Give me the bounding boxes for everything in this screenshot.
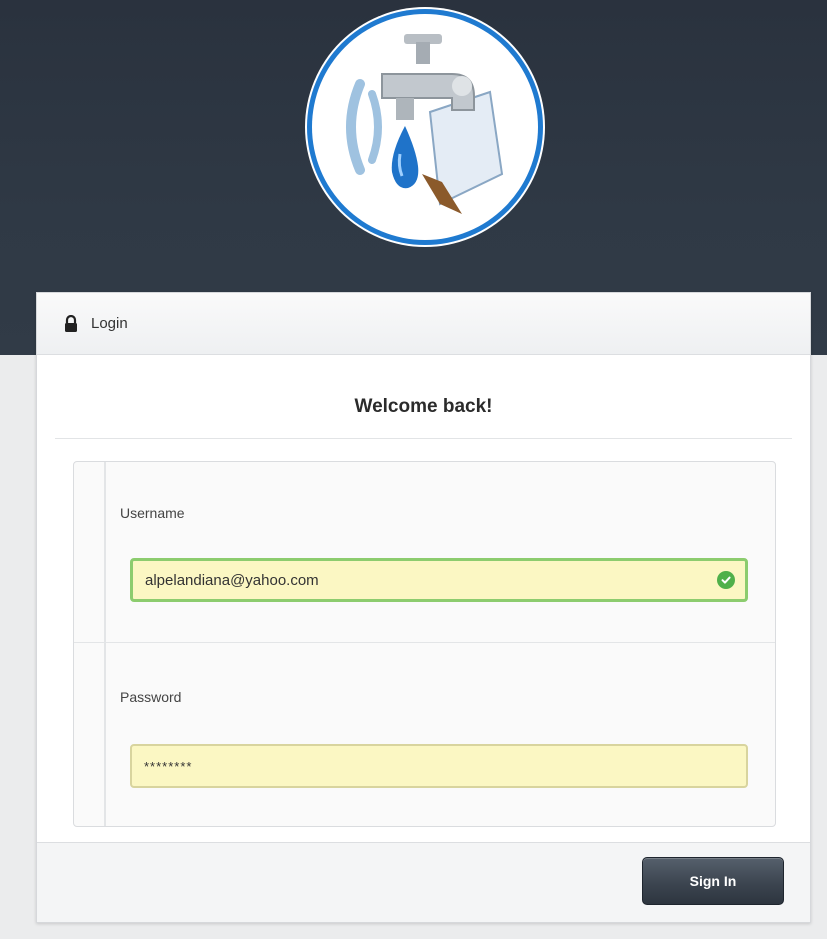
login-form: Username Password — [73, 461, 776, 827]
panel-title: Login — [91, 315, 128, 332]
check-icon — [717, 571, 735, 589]
username-input[interactable] — [130, 558, 748, 602]
username-row: Username — [74, 462, 775, 643]
faucet-bills-logo-icon — [346, 34, 504, 214]
lock-icon — [63, 314, 79, 333]
app-logo — [312, 14, 538, 240]
username-label: Username — [120, 505, 185, 521]
password-input[interactable] — [130, 744, 748, 788]
login-panel: Login Welcome back! Username Password Si… — [36, 292, 811, 923]
panel-footer: Sign In — [37, 842, 810, 922]
password-row: Password — [74, 643, 775, 826]
login-panel-header: Login — [37, 293, 810, 355]
password-label: Password — [120, 689, 182, 705]
divider — [55, 438, 792, 439]
sign-in-button[interactable]: Sign In — [642, 857, 784, 905]
welcome-heading: Welcome back! — [354, 396, 493, 417]
